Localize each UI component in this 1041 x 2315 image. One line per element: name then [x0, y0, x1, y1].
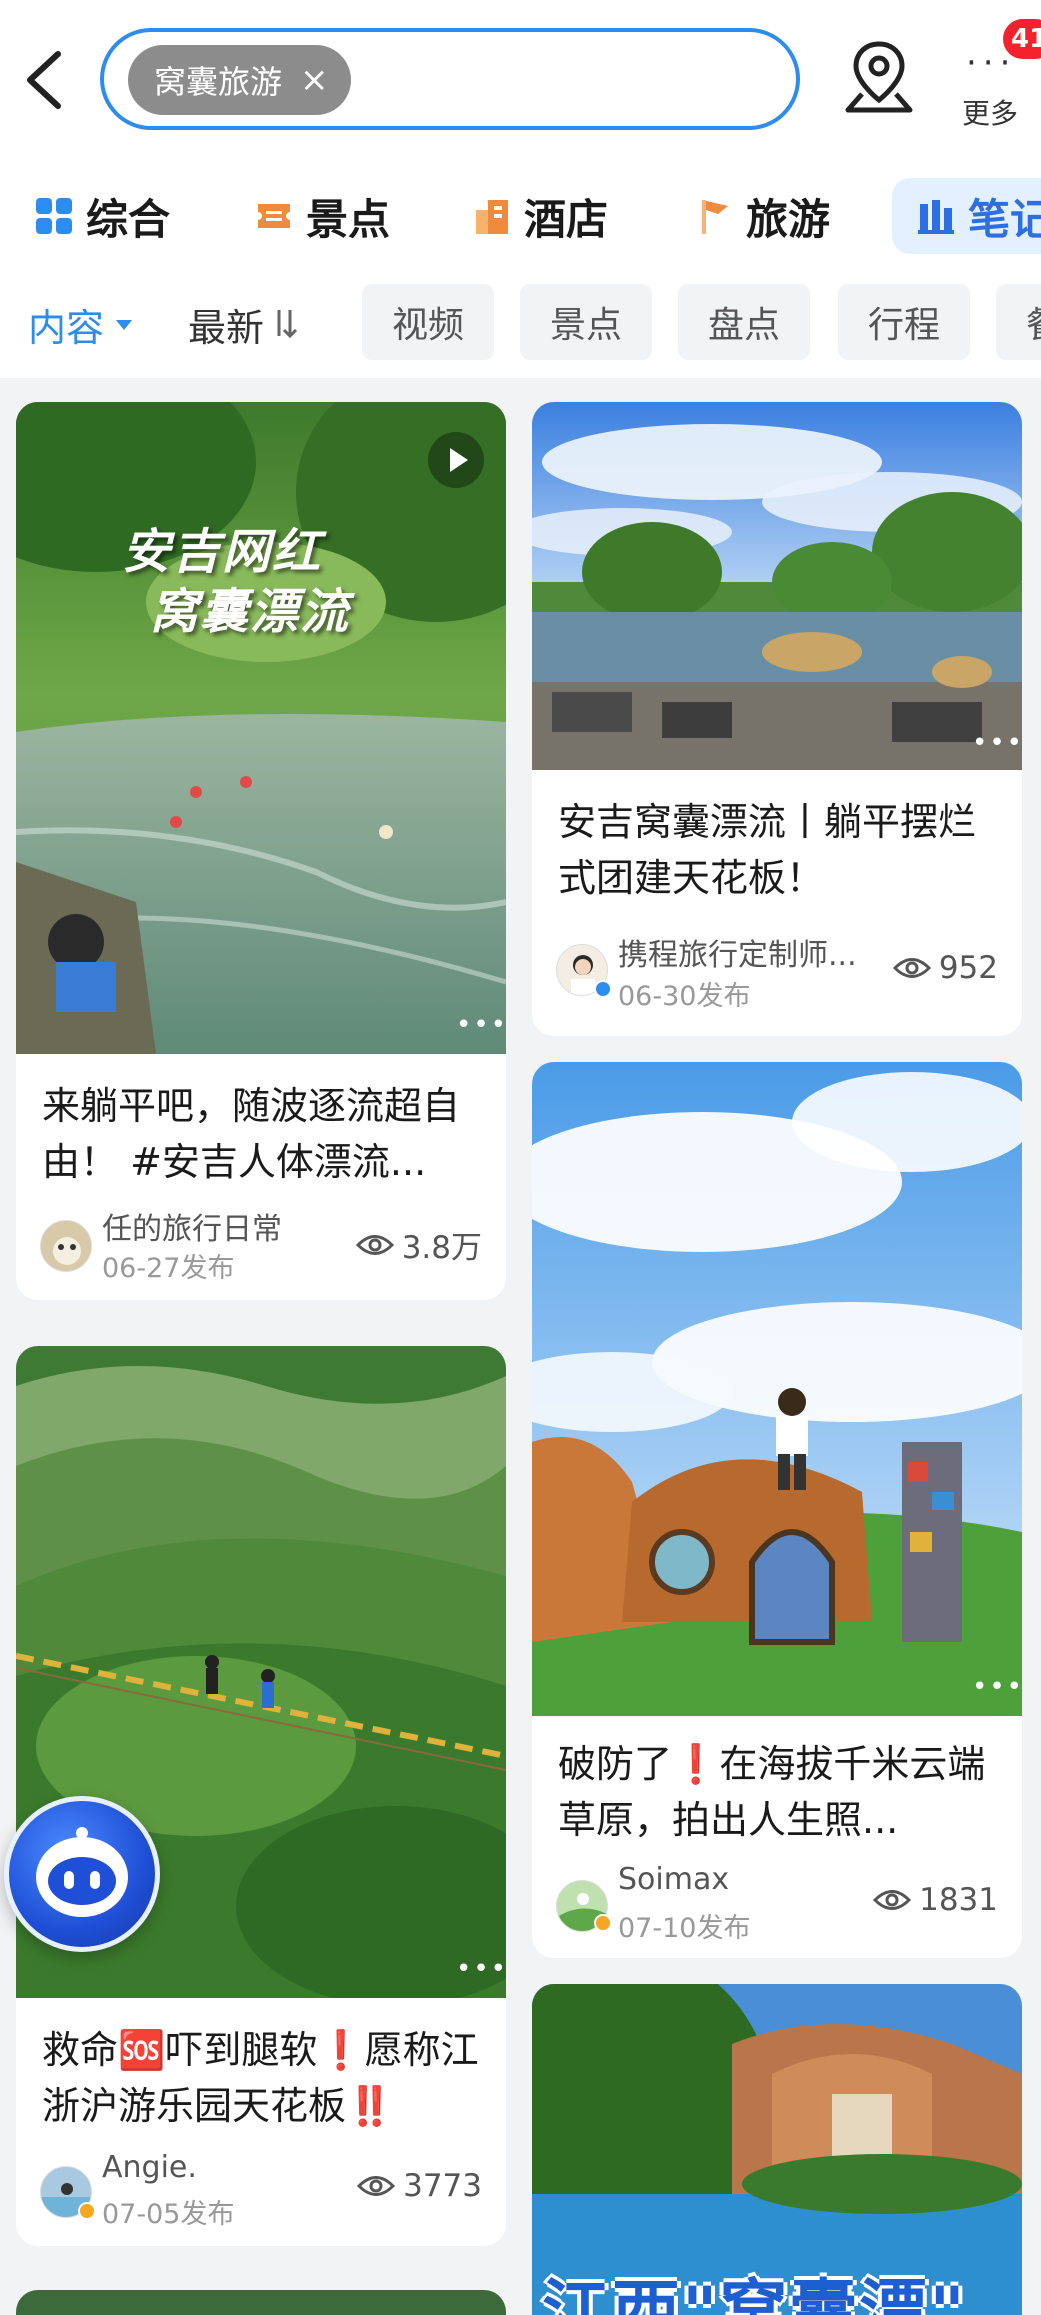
tab-label: 酒店	[524, 194, 609, 244]
category-tabs: 综合 景点 酒店 旅游 笔记	[0, 160, 1041, 270]
top-bar: 窝囊旅游 × ··· 更多 41	[0, 0, 1041, 160]
content-sort-dropdown[interactable]: 内容	[28, 292, 136, 356]
notification-badge: 41	[1000, 16, 1041, 62]
back-button[interactable]	[22, 40, 82, 120]
filter-chip-itinerary[interactable]: 行程	[838, 284, 971, 360]
view-count-value: 1831	[919, 1882, 998, 1918]
content-sort-label: 内容	[28, 305, 105, 350]
verified-icon	[594, 980, 612, 998]
eye-icon	[892, 958, 931, 978]
note-cover-image: •••	[532, 402, 1022, 770]
more-label: 更多	[962, 97, 1019, 130]
latest-sort-label: 最新	[188, 305, 265, 350]
note-cover-image: •••	[532, 1062, 1022, 1716]
filter-chip-attractions[interactable]: 景点	[520, 284, 653, 360]
tab-attractions[interactable]: 景点	[254, 178, 390, 254]
note-card[interactable]	[16, 2290, 506, 2315]
view-count-value: 3773	[403, 2168, 482, 2204]
post-date: 06-27发布	[102, 1253, 235, 1284]
notes-icon	[918, 200, 954, 234]
view-count-value: 952	[938, 950, 998, 986]
eye-icon	[873, 1890, 912, 1910]
assistant-bot-button[interactable]	[4, 1796, 160, 1952]
search-tag-chip[interactable]: 窝囊旅游 ×	[128, 45, 351, 115]
author-name[interactable]: Angie.	[102, 2150, 302, 2185]
author-name[interactable]: Soimax	[618, 1862, 818, 1897]
tab-label: 笔记	[968, 194, 1041, 244]
tab-comprehensive[interactable]: 综合	[34, 178, 170, 254]
caret-down-icon	[116, 320, 133, 330]
author-name[interactable]: 携程旅行定制师...	[618, 930, 878, 974]
author-avatar	[40, 1220, 92, 1272]
filter-bar: 内容 最新 视频 景点 盘点 行程 餐	[0, 270, 1041, 378]
filter-chip-video[interactable]: 视频	[362, 284, 495, 360]
play-icon	[428, 432, 484, 488]
clear-tag-icon[interactable]: ×	[300, 63, 329, 97]
view-count: 1831	[873, 1882, 998, 1918]
tab-tours[interactable]: 旅游	[694, 178, 830, 254]
ticket-icon	[258, 204, 290, 228]
assistant-bot-icon	[36, 1827, 128, 1917]
location-pin-icon	[845, 41, 913, 113]
note-card[interactable]: ••• 破防了❗️在海拔千米云端草原，拍出人生照... Soimax 07-10…	[532, 1062, 1022, 1958]
sort-arrows-icon	[277, 310, 298, 339]
location-button[interactable]	[842, 38, 916, 118]
view-count-value: 3.8万	[401, 1230, 482, 1266]
note-card[interactable]: 江西"窝囊漂"	[532, 1984, 1022, 2315]
post-date: 06-30发布	[618, 981, 751, 1012]
tab-hotels[interactable]: 酒店	[472, 178, 608, 254]
filter-chip-dining[interactable]: 餐	[996, 284, 1041, 360]
view-count: 3773	[357, 2168, 482, 2204]
view-count: 952	[892, 950, 998, 986]
note-cover-image: 江西"窝囊漂"	[532, 1984, 1022, 2315]
tab-label: 景点	[306, 194, 391, 244]
latest-sort-button[interactable]: 最新	[188, 292, 300, 356]
note-title: 来躺平吧，随波逐流超自由！ #安吉人体漂流...	[42, 1084, 461, 1184]
post-date: 07-10发布	[618, 1913, 751, 1944]
tab-notes[interactable]: 笔记	[892, 178, 1041, 254]
note-card[interactable]: ••• 安吉窝囊漂流丨躺平摆烂式团建天花板！ 携程旅行定制师... 06-30发…	[532, 402, 1022, 1036]
image-page-dots: •••	[456, 1954, 506, 1984]
verified-icon	[78, 2202, 96, 2220]
view-count: 3.8万	[355, 1222, 482, 1267]
image-page-dots: •••	[972, 728, 1022, 758]
flag-icon	[702, 200, 728, 234]
grid-icon	[36, 198, 72, 234]
tab-label: 旅游	[746, 194, 831, 244]
filter-chip-rankings[interactable]: 盘点	[678, 284, 811, 360]
tab-label: 综合	[86, 194, 171, 244]
image-page-dots: •••	[456, 1010, 506, 1040]
note-cover-image: 安吉网红 窝囊漂流 •••	[16, 402, 506, 1054]
post-date: 07-05发布	[102, 2199, 235, 2230]
eye-icon	[357, 2176, 396, 2196]
note-title: 破防了❗️在海拔千米云端草原，拍出人生照...	[558, 1742, 986, 1842]
search-input[interactable]: 窝囊旅游 ×	[100, 28, 800, 130]
note-title: 救命🆘吓到腿软❗️愿称江浙沪游乐园天花板‼️	[42, 2028, 479, 2128]
cover-text-line2: 窝囊漂流	[150, 584, 351, 640]
chevron-left-icon	[27, 51, 61, 109]
search-tag-label: 窝囊旅游	[154, 63, 283, 101]
note-title: 安吉窝囊漂流丨躺平摆烂式团建天花板！	[558, 800, 977, 900]
image-page-dots: •••	[972, 1672, 1022, 1702]
author-name[interactable]: 任的旅行日常	[102, 1204, 312, 1248]
note-card[interactable]: 安吉网红 窝囊漂流 ••• 来躺平吧，随波逐流超自由！ #安吉人体漂流... 任…	[16, 402, 506, 1300]
eye-icon	[355, 1234, 394, 1255]
more-button[interactable]: ··· 更多 41	[954, 16, 1041, 130]
notes-feed: 安吉网红 窝囊漂流 ••• 来躺平吧，随波逐流超自由！ #安吉人体漂流... 任…	[0, 378, 1041, 2315]
hotel-icon	[476, 200, 508, 234]
cover-text: 江西"窝囊漂"	[542, 2273, 967, 2315]
verified-icon	[594, 1914, 612, 1932]
